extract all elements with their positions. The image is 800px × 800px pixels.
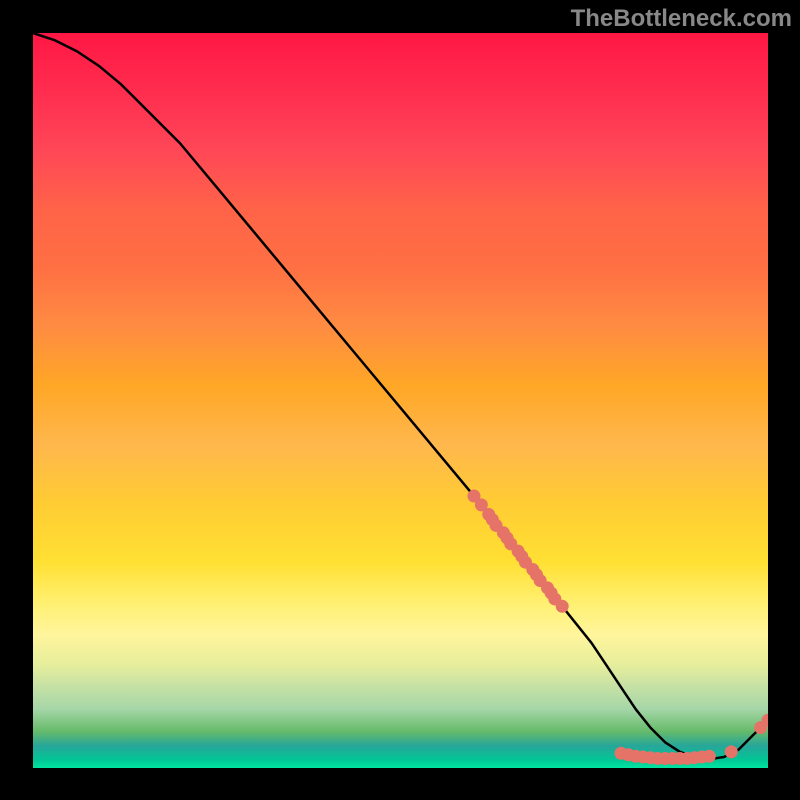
data-point <box>725 745 738 758</box>
data-point <box>556 600 569 613</box>
chart-svg <box>33 33 768 768</box>
bottleneck-curve <box>33 33 768 759</box>
curve-line <box>33 33 768 759</box>
watermark-text: TheBottleneck.com <box>571 5 792 33</box>
data-markers <box>468 490 769 765</box>
plot-area <box>33 33 768 768</box>
data-point <box>703 750 716 763</box>
